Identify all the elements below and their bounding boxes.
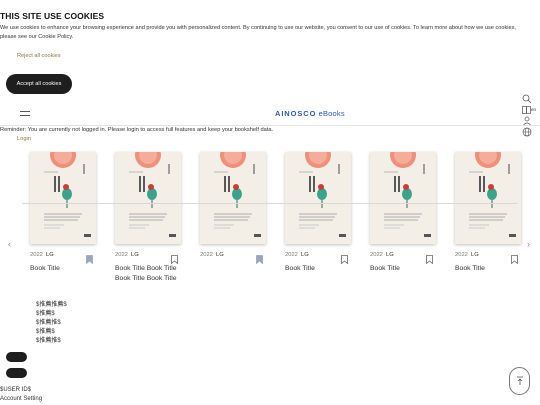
user-menu-item[interactable]: $推薦推$ [36,319,67,328]
book-card[interactable]: 2022 LG Book Title [285,152,355,274]
book-card[interactable]: 2022 LG Book Title [30,152,100,274]
language-label: en [531,107,537,112]
toggle-button[interactable] [6,368,27,378]
book-year: 2022 [200,252,213,258]
book-title[interactable]: Book Title [455,264,525,274]
book-title[interactable]: Book Title [285,264,355,274]
book-meta: 2022 LG [30,251,100,265]
login-reminder: Reminder: You are currently not logged i… [0,127,274,133]
book-cover[interactable] [285,152,351,244]
carousel-next-icon[interactable]: › [527,239,530,249]
book-title[interactable]: Book Title [370,264,440,274]
reject-cookies-link[interactable]: Reject all cookies [17,53,61,59]
book-cover[interactable] [200,152,266,244]
brand-logo[interactable]: AINOSCO eBooks [275,109,345,118]
cookie-description: We use cookies to enhance your browsing … [0,25,516,40]
language-icon[interactable]: en [520,105,537,115]
user-menu-list: $推薦推薦$ $推薦$ $推薦推$ $推薦$ $推薦推$ [36,301,67,346]
user-menu-item[interactable]: $推薦$ [36,310,67,319]
accept-cookies-button[interactable]: Accept all cookies [6,74,72,94]
bookmark-icon[interactable] [511,251,518,265]
user-id: $USER ID$ [0,387,32,393]
book-meta: 2022 LG [370,251,440,265]
book-meta: 2022 LG [285,251,355,265]
user-menu-item[interactable]: $推薦推$ [36,337,67,346]
carousel-prev-icon[interactable]: ‹ [8,239,11,249]
book-language: LG [131,252,139,258]
book-cover[interactable] [30,152,96,244]
bookmark-icon[interactable] [256,251,263,265]
book-year: 2022 [455,252,468,258]
user-menu-item[interactable]: $推薦推薦$ [36,301,67,310]
book-year: 2022 [370,252,383,258]
carousel-divider [22,203,518,204]
book-cover[interactable] [455,152,521,244]
book-language: LG [386,252,394,258]
book-language: LG [46,252,54,258]
book-language: LG [301,252,309,258]
account-setting-link[interactable]: Account Setting [0,396,42,402]
book-card[interactable]: 2022 LG Book Title [370,152,440,274]
book-language: LG [471,252,479,258]
menu-icon[interactable] [20,111,30,118]
bookmark-icon[interactable] [171,251,178,265]
book-card[interactable]: 2022 LG Book Title Book Title Book Title B… [115,152,185,284]
toggle-button[interactable] [6,352,27,362]
login-link[interactable]: Login [17,136,31,142]
book-card[interactable]: 2022 LG [200,152,270,265]
book-language: LG [216,252,224,258]
book-cover[interactable] [115,152,181,244]
book-card[interactable]: 2022 LG Book Title [455,152,525,274]
brand-name: AINOSCO [275,109,317,118]
scroll-to-top-button[interactable] [509,367,530,395]
cookie-title: THIS SITE USE COOKIES [0,11,105,21]
header-icon-group: en [520,94,537,138]
bookmark-icon[interactable] [426,251,433,265]
search-icon[interactable] [520,94,534,104]
arrow-up-icon [516,376,523,385]
book-meta: 2022 LG [200,251,270,265]
globe-icon[interactable] [520,127,534,137]
bookmark-icon[interactable] [86,251,93,265]
book-title[interactable]: Book Title Book Title Book Title Book Ti… [115,264,185,284]
book-meta: 2022 LG [115,251,185,265]
book-cover[interactable] [370,152,436,244]
book-year: 2022 [285,252,298,258]
book-year: 2022 [30,252,43,258]
book-year: 2022 [115,252,128,258]
header-divider [0,125,540,126]
bookmark-icon[interactable] [341,251,348,265]
user-menu-item[interactable]: $推薦$ [36,328,67,337]
brand-subtitle: eBooks [316,109,345,118]
book-meta: 2022 LG [455,251,525,265]
book-title[interactable]: Book Title [30,264,100,274]
